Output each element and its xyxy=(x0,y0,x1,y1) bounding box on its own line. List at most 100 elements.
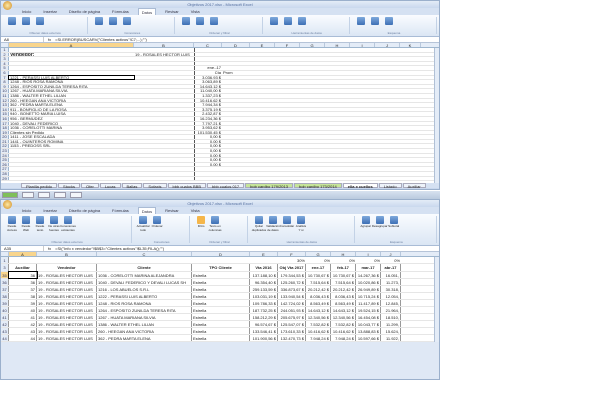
row-number[interactable]: 20 xyxy=(1,135,9,139)
row-number[interactable]: 3 xyxy=(1,57,9,61)
cell-c[interactable]: 0,00 $ xyxy=(194,135,222,139)
column-header-F[interactable]: F xyxy=(275,43,300,48)
cell-b[interactable] xyxy=(134,89,194,93)
cell-cli[interactable]: 1386 - WALTER ETHEL LILIAN xyxy=(97,321,192,327)
tab-datos[interactable]: Datos xyxy=(137,207,157,214)
cell-tpo[interactable]: Estrella xyxy=(192,314,250,320)
cell-b[interactable] xyxy=(134,177,194,181)
cell-v16[interactable]: 133.546,41 $ xyxy=(250,328,278,334)
cell-obj[interactable]: 125.547,07 $ xyxy=(278,321,306,327)
client-cell[interactable]: 1153 - PREDOSS SRL xyxy=(9,144,134,148)
row-number[interactable]: 38 xyxy=(1,293,9,299)
row-number[interactable]: 24 xyxy=(1,153,9,158)
cell-vend[interactable]: 19 - ROSALES HECTOR LUIS xyxy=(37,321,97,327)
ribbon-button[interactable] xyxy=(121,17,133,25)
cell-ene[interactable]: 8.036,43 $ xyxy=(306,293,331,299)
cell-c[interactable] xyxy=(194,57,222,61)
ribbon-button[interactable] xyxy=(296,17,308,25)
sheet-tab[interactable]: bbb cualos 017 xyxy=(207,183,245,189)
row-number[interactable]: 37 xyxy=(1,286,9,292)
ribbon-button[interactable]: Validación de datos xyxy=(266,216,280,232)
row-number[interactable]: 29 xyxy=(1,176,9,181)
cell-b[interactable] xyxy=(134,112,194,116)
cell-c[interactable] xyxy=(194,61,222,66)
cell-v16[interactable]: 137.188,10 $ xyxy=(250,272,278,278)
tab-diseodepgina[interactable]: Diseño de página xyxy=(66,8,103,15)
cell-d[interactable] xyxy=(222,112,250,116)
cell-cli[interactable]: 1040 - DEVALI FEDERICO Y DEVALI LUCAS SH xyxy=(97,279,192,285)
name-box[interactable]: A35 xyxy=(4,246,44,251)
cell-d[interactable] xyxy=(222,158,250,162)
ribbon-button[interactable]: Texto en columnas xyxy=(209,216,222,232)
column-filter-header[interactable]: feb-17 xyxy=(331,264,356,271)
cell-a[interactable] xyxy=(9,163,134,167)
row-number[interactable]: 21 xyxy=(1,139,9,144)
taskbar-app-icon[interactable] xyxy=(54,192,66,198)
sheet-tab[interactable]: Ofer xyxy=(81,183,99,189)
ribbon-button[interactable]: Desde Web xyxy=(20,216,32,232)
formula-input[interactable]: =SI.ERROR(BUSCARV("Clientes activos"!C7;… xyxy=(55,37,147,42)
tab-frmulas[interactable]: Fórmulas xyxy=(109,207,132,214)
cell-c[interactable]: 101.530,45 $ xyxy=(194,130,222,135)
cell-vend[interactable]: 19 - ROSALES HECTOR LUIS xyxy=(37,307,97,313)
cell-cli[interactable]: 1222 - PERASSI LUIS ALBERTO xyxy=(97,293,192,299)
client-cell[interactable]: 1441 - QUINTEROS ROMINA xyxy=(9,140,134,144)
row-number[interactable]: 17 xyxy=(1,121,9,126)
client-cell[interactable]: 1264 - ESPOSITO ZUNILDA TERESA RITA xyxy=(9,85,134,89)
row-number[interactable]: 3 xyxy=(1,264,9,271)
cell-feb[interactable]: 20.212,42 $ xyxy=(331,286,356,292)
cell-b[interactable] xyxy=(134,172,194,176)
column-header-H[interactable]: H xyxy=(331,252,356,257)
column-header-E[interactable]: E xyxy=(250,252,278,257)
ribbon-button[interactable] xyxy=(194,17,206,25)
cell-feb[interactable]: 8.036,43 $ xyxy=(331,293,356,299)
cell-aux[interactable]: 37 xyxy=(9,286,37,292)
client-cell[interactable]: 362 - PEDRA MARTA ELENA xyxy=(9,103,134,107)
cell-d[interactable] xyxy=(222,177,250,181)
column-header-B[interactable]: B xyxy=(134,43,194,48)
cell-b[interactable] xyxy=(134,76,194,80)
cell-b[interactable] xyxy=(134,66,194,70)
column-header-D[interactable]: D xyxy=(192,252,250,257)
cell-b[interactable] xyxy=(134,167,194,171)
row-number[interactable]: 5 xyxy=(1,66,9,70)
cell-c[interactable] xyxy=(194,52,222,57)
cell-d[interactable] xyxy=(222,140,250,144)
cell-feb[interactable]: 8.563,49 $ xyxy=(331,300,356,306)
row-number[interactable]: 11 xyxy=(1,93,9,98)
cell-ene[interactable]: 12.340,56 $ xyxy=(306,314,331,320)
cell-abr[interactable]: 30.318, xyxy=(381,286,401,292)
tab-inicio[interactable]: Inicio xyxy=(19,8,34,15)
cell-c[interactable]: 0,00 $ xyxy=(194,153,222,158)
row-number[interactable]: 9 xyxy=(1,84,9,89)
client-cell[interactable]: 1036 - CORELOTTI MARINA xyxy=(9,126,134,130)
cell-aux[interactable]: 43 xyxy=(9,328,37,334)
ribbon-button[interactable] xyxy=(180,17,192,25)
cell-d[interactable] xyxy=(222,135,250,139)
sheet-tab[interactable]: Planilla pedido xyxy=(21,183,58,189)
tab-frmulas[interactable]: Fórmulas xyxy=(109,8,132,15)
cell-tpo[interactable]: Estrella xyxy=(192,293,250,299)
cell-mar[interactable]: 10.043,77 $ xyxy=(356,321,381,327)
office-button[interactable] xyxy=(3,200,12,209)
cell-obj[interactable]: 142.724,02 $ xyxy=(278,300,306,306)
cell-cli[interactable]: 362 - PEDRA MARTA ELENA xyxy=(97,335,192,341)
cell-b[interactable] xyxy=(134,99,194,103)
cell-a[interactable] xyxy=(9,48,134,52)
row-number[interactable]: 1 xyxy=(1,257,9,263)
cell-feb[interactable]: 14.643,12 $ xyxy=(331,307,356,313)
row-number[interactable]: 27 xyxy=(1,167,9,172)
cell-ene[interactable]: 10.416,62 $ xyxy=(306,328,331,334)
cell-a[interactable] xyxy=(9,172,134,176)
cell-feb[interactable]: 10.416,62 $ xyxy=(331,328,356,334)
name-box[interactable]: A8 xyxy=(4,37,44,42)
cell-c[interactable]: 3.375,19 $ xyxy=(194,107,222,112)
cell-abr[interactable]: 11.273, xyxy=(381,279,401,285)
cell-c[interactable] xyxy=(194,172,222,176)
cell-mar[interactable]: 19.524,15 $ xyxy=(356,307,381,313)
sheet-tab[interactable]: Auxiliar xyxy=(402,183,426,189)
cell-b[interactable] xyxy=(134,126,194,130)
ribbon-button[interactable]: Desde texto xyxy=(34,216,46,232)
cell-a[interactable] xyxy=(9,167,134,171)
taskbar-app-icon[interactable] xyxy=(22,192,34,198)
